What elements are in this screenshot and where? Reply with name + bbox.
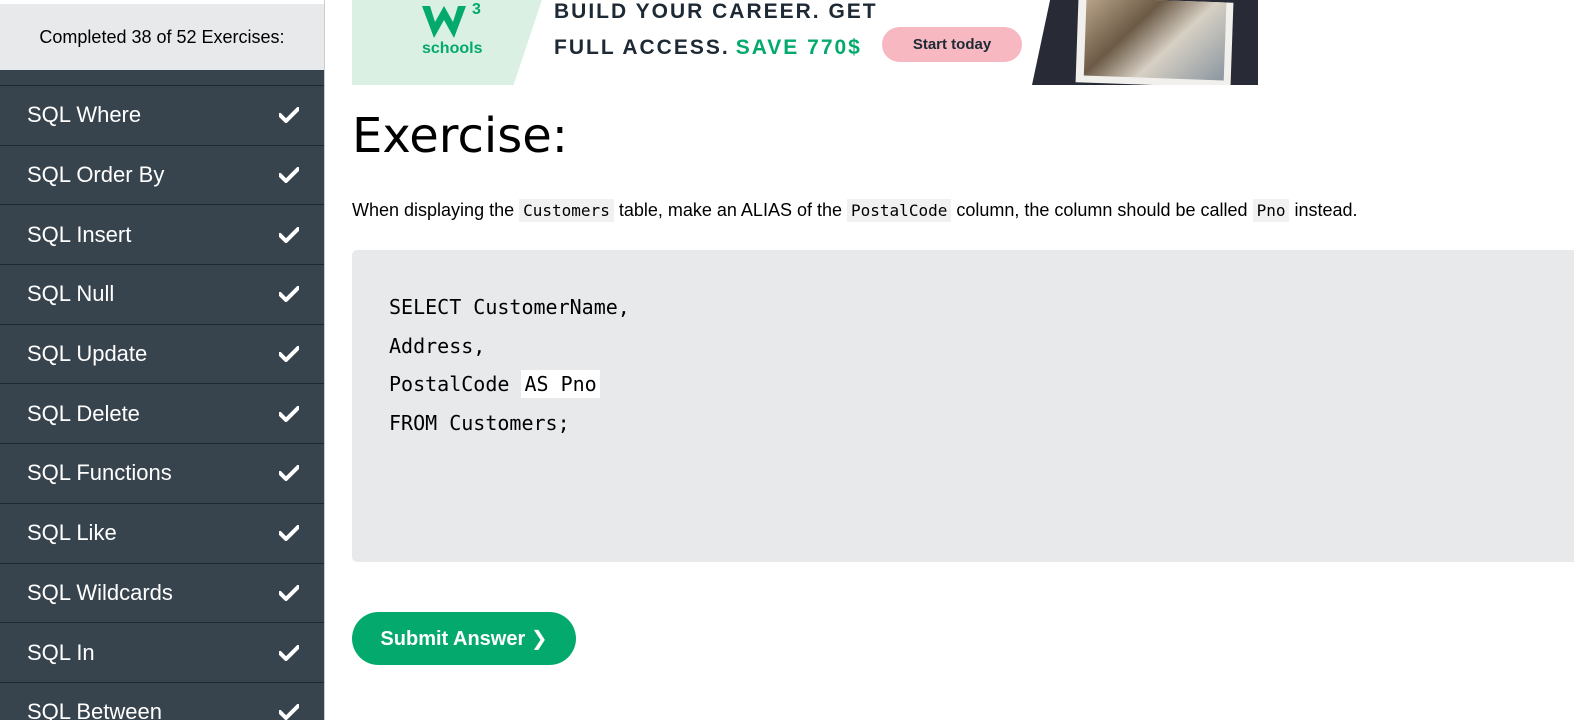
check-icon (278, 283, 300, 305)
banner-save-text: SAVE 770$ (735, 36, 862, 59)
sidebar-edge (324, 0, 325, 720)
sidebar-item-label: SQL Update (27, 341, 148, 367)
check-icon (278, 582, 300, 604)
banner-photo (1075, 0, 1234, 85)
logo-superscript: 3 (472, 1, 481, 18)
code-line-3: PostalCode AS Pno (389, 369, 630, 408)
sidebar-item-label: SQL Order By (27, 162, 165, 188)
sidebar-item-sql-wildcards[interactable]: SQL Wildcards (0, 564, 324, 624)
sidebar-item-sql-update[interactable]: SQL Update (0, 325, 324, 385)
code-line-2: Address, (389, 333, 486, 358)
desc-text-2: table, make an ALIAS of the (618, 200, 842, 220)
desc-code-pno: Pno (1252, 199, 1290, 222)
promo-banner[interactable]: 3 schools BUILD YOUR CAREER. GET FULL AC… (352, 0, 1258, 85)
desc-code-customers: Customers (519, 199, 614, 222)
page-title: Exercise: (352, 108, 568, 164)
sidebar-item-label: SQL Wildcards (27, 579, 173, 605)
exercise-list: SQL Where SQL Order By SQL Insert SQL Nu… (0, 86, 324, 720)
check-icon (278, 462, 300, 484)
banner-subline-text: FULL ACCESS. (554, 36, 730, 59)
sidebar-item-label: SQL Like (27, 520, 117, 546)
desc-text-3: column, the column should be called (956, 200, 1248, 220)
sidebar: Completed 38 of 52 Exercises: SQL Where … (0, 0, 325, 720)
sidebar-item-label: SQL Insert (27, 221, 132, 247)
code-line-1: SELECT CustomerName, (389, 295, 630, 319)
desc-code-postalcode: PostalCode (847, 199, 952, 222)
progress-text: Completed 38 of 52 Exercises: (39, 26, 285, 47)
sidebar-item-sql-between[interactable]: SQL Between (0, 683, 324, 720)
submit-answer-button[interactable]: Submit Answer ❯ (352, 612, 576, 665)
check-icon (278, 104, 300, 126)
sidebar-item-sql-in[interactable]: SQL In (0, 623, 324, 683)
logo-word: schools (422, 40, 483, 57)
sidebar-item-sql-null[interactable]: SQL Null (0, 265, 324, 325)
sidebar-item-sql-delete[interactable]: SQL Delete (0, 384, 324, 445)
sidebar-item-label: SQL Where (27, 102, 142, 128)
answer-input[interactable]: AS Pno (521, 370, 600, 398)
progress-label: Completed 38 of 52 Exercises: (0, 4, 324, 70)
sidebar-item-label: SQL Between (27, 699, 162, 720)
sidebar-item-label: SQL Functions (27, 460, 172, 486)
exercise-description: When displaying the Customers table, mak… (352, 199, 1358, 222)
check-icon (278, 642, 300, 664)
sidebar-divider (0, 70, 324, 86)
sidebar-item-label: SQL In (27, 639, 95, 665)
banner-photo-image (1083, 0, 1227, 81)
sidebar-item-sql-where[interactable]: SQL Where (0, 86, 324, 146)
sidebar-item-sql-like[interactable]: SQL Like (0, 504, 324, 564)
check-icon (278, 224, 300, 246)
sidebar-item-label: SQL Delete (27, 400, 140, 426)
check-icon (278, 522, 300, 544)
code-line-3-prefix: PostalCode (389, 372, 522, 396)
desc-text-1: When displaying the (352, 200, 515, 220)
check-icon (278, 164, 300, 186)
code-line-4: FROM Customers; (389, 410, 570, 435)
code-lines: SELECT CustomerName, Address, PostalCode… (389, 292, 630, 446)
sidebar-item-label: SQL Null (27, 281, 115, 307)
start-today-button[interactable]: Start today (882, 27, 1022, 62)
sidebar-item-sql-order-by[interactable]: SQL Order By (0, 146, 324, 206)
sidebar-item-sql-functions[interactable]: SQL Functions (0, 444, 324, 504)
check-icon (278, 701, 300, 720)
banner-subline: FULL ACCESS. SAVE 770$ (554, 36, 862, 60)
check-icon (278, 343, 300, 365)
desc-text-4: instead. (1294, 200, 1358, 220)
code-editor: SELECT CustomerName, Address, PostalCode… (352, 250, 1574, 562)
check-icon (278, 403, 300, 425)
banner-headline: BUILD YOUR CAREER. GET (554, 0, 878, 23)
sidebar-item-sql-insert[interactable]: SQL Insert (0, 205, 324, 266)
